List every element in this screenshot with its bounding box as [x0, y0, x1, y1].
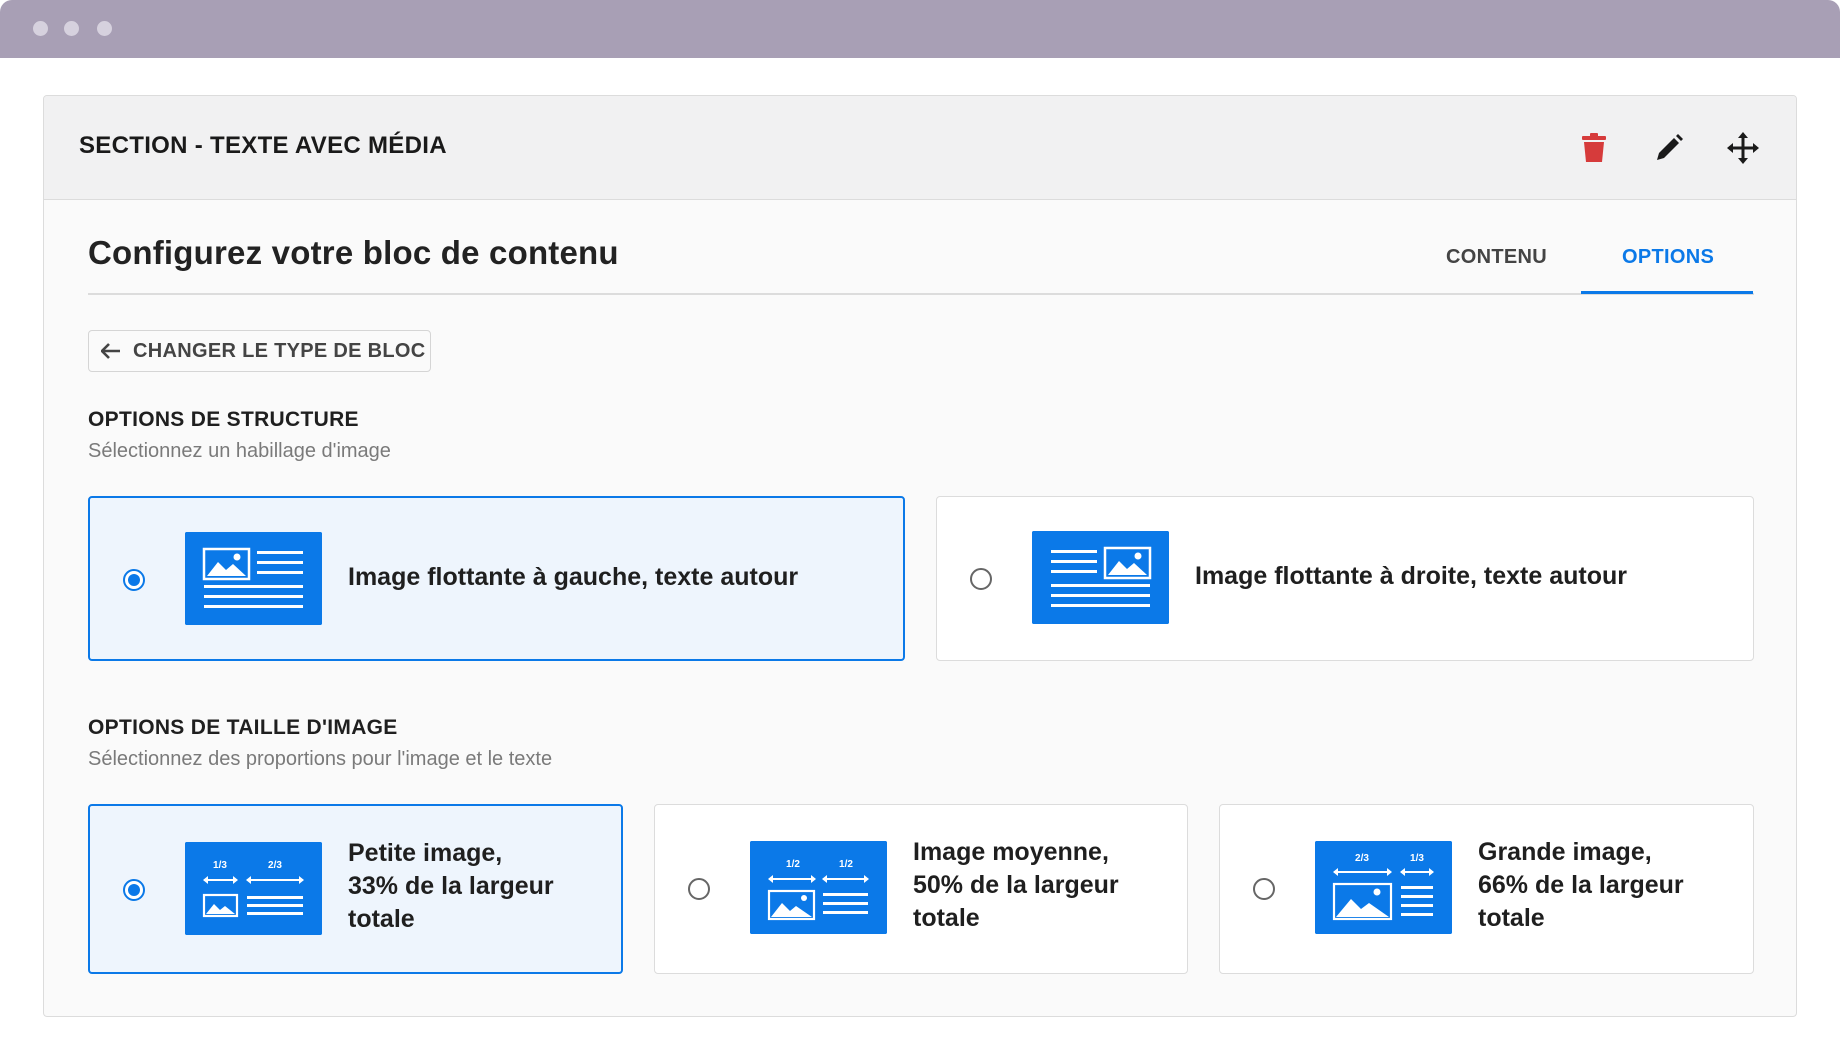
size-radio-medium[interactable]: [688, 878, 710, 900]
change-block-type-label: CHANGER LE TYPE DE BLOC: [133, 339, 426, 362]
pencil-icon: [1657, 134, 1683, 160]
size-option-label-line2: 50% de la largeur: [913, 871, 1119, 899]
size-option-label-line2: 66% de la largeur: [1478, 871, 1684, 899]
structure-option-float-right[interactable]: Image flottante à droite, texte autour: [936, 496, 1754, 661]
large-image-ratio-icon: 2/3 1/3: [1315, 841, 1452, 934]
float-left-layout-icon: [185, 532, 322, 625]
config-title: Configurez votre bloc de contenu: [88, 234, 619, 271]
size-option-label-line3: totale: [913, 904, 980, 932]
size-radio-small[interactable]: [123, 879, 145, 901]
structure-option-label: Image flottante à droite, texte autour: [1195, 562, 1628, 590]
structure-options-subtitle: Sélectionnez un habillage d'image: [88, 440, 391, 462]
window-titlebar: [0, 0, 1840, 58]
section-card: SECTION - TEXTE AVEC MÉDIA Configurez vo…: [43, 95, 1797, 1017]
arrow-left-icon: [101, 343, 120, 359]
window-maximize-dot[interactable]: [97, 21, 112, 36]
edit-button[interactable]: [1647, 126, 1691, 170]
move-icon: [1727, 132, 1759, 164]
section-title: SECTION - TEXTE AVEC MÉDIA: [79, 132, 447, 159]
window-close-dot[interactable]: [33, 21, 48, 36]
size-option-label-line2: 33% de la largeur: [348, 872, 554, 900]
tabs-divider: [88, 293, 1754, 295]
size-option-small[interactable]: 1/3 2/3 Petite image, 33% de la largeur …: [88, 804, 623, 974]
medium-image-ratio-icon: 1/2 1/2: [750, 841, 887, 934]
ratio-left-label: 1/2: [786, 859, 800, 870]
size-option-large[interactable]: 2/3 1/3 Grande image, 66% de la largeur …: [1219, 804, 1754, 974]
trash-icon: [1582, 133, 1606, 162]
structure-radio-float-left[interactable]: [123, 569, 145, 591]
section-header: SECTION - TEXTE AVEC MÉDIA: [44, 96, 1796, 200]
small-image-ratio-icon: 1/3 2/3: [185, 842, 322, 935]
size-option-label: Grande image, 66% de la largeur totale: [1478, 836, 1684, 935]
size-option-label: Image moyenne, 50% de la largeur totale: [913, 836, 1119, 935]
structure-option-float-left[interactable]: Image flottante à gauche, texte autour: [88, 496, 905, 661]
tab-contenu[interactable]: CONTENU: [1446, 246, 1547, 269]
tab-options[interactable]: OPTIONS: [1622, 246, 1714, 269]
size-radio-large[interactable]: [1253, 878, 1275, 900]
window-minimize-dot[interactable]: [64, 21, 79, 36]
structure-option-label: Image flottante à gauche, texte autour: [348, 563, 799, 591]
size-option-label-line1: Grande image,: [1478, 838, 1652, 866]
size-option-medium[interactable]: 1/2 1/2 Image moyenne, 50% de la largeur…: [654, 804, 1188, 974]
size-options-subtitle: Sélectionnez des proportions pour l'imag…: [88, 748, 553, 770]
structure-radio-float-right[interactable]: [970, 568, 992, 590]
active-tab-indicator: [1581, 291, 1753, 294]
ratio-left-label: 2/3: [1355, 853, 1369, 864]
size-option-label-line3: totale: [348, 905, 415, 933]
structure-options-title: OPTIONS DE STRUCTURE: [88, 408, 359, 431]
size-option-label-line1: Petite image,: [348, 839, 503, 867]
ratio-right-label: 1/3: [1410, 853, 1424, 864]
ratio-right-label: 2/3: [268, 860, 282, 871]
ratio-right-label: 1/2: [839, 859, 853, 870]
ratio-left-label: 1/3: [213, 860, 227, 871]
delete-button[interactable]: [1572, 126, 1616, 170]
size-option-label-line3: totale: [1478, 904, 1545, 932]
size-option-label: Petite image, 33% de la largeur totale: [348, 837, 554, 936]
float-right-layout-icon: [1032, 531, 1169, 624]
change-block-type-button[interactable]: CHANGER LE TYPE DE BLOC: [88, 330, 431, 372]
move-button[interactable]: [1721, 126, 1765, 170]
size-options-title: OPTIONS DE TAILLE D'IMAGE: [88, 716, 398, 739]
size-option-label-line1: Image moyenne,: [913, 838, 1109, 866]
